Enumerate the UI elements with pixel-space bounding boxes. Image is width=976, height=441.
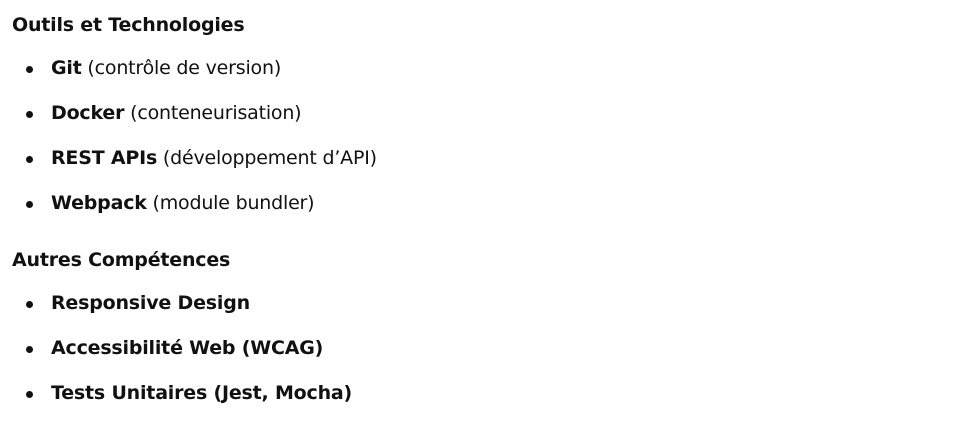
- section-title-tools: Outils et Technologies: [12, 14, 245, 36]
- item-label: REST APIs: [51, 147, 158, 169]
- item-label: Tests Unitaires (Jest, Mocha): [51, 382, 353, 404]
- item-label: Accessibilité Web (WCAG): [51, 337, 324, 359]
- bullet-icon: [26, 201, 33, 208]
- item-description: (contrôle de version): [81, 57, 282, 79]
- bullet-icon: [26, 391, 33, 398]
- item-description: (conteneurisation): [124, 102, 302, 124]
- section-title-other-skills: Autres Compétences: [12, 249, 231, 271]
- item-label: Webpack: [51, 192, 147, 214]
- bullet-icon: [26, 346, 33, 353]
- bullet-icon: [26, 156, 33, 163]
- item-description: (développement d’API): [157, 147, 377, 169]
- item-label: Git: [51, 57, 82, 79]
- bullet-icon: [26, 111, 33, 118]
- item-description: (module bundler): [146, 192, 315, 214]
- item-label: Docker: [51, 102, 125, 124]
- item-label: Responsive Design: [51, 292, 250, 314]
- bullet-icon: [26, 301, 33, 308]
- bullet-icon: [26, 66, 33, 73]
